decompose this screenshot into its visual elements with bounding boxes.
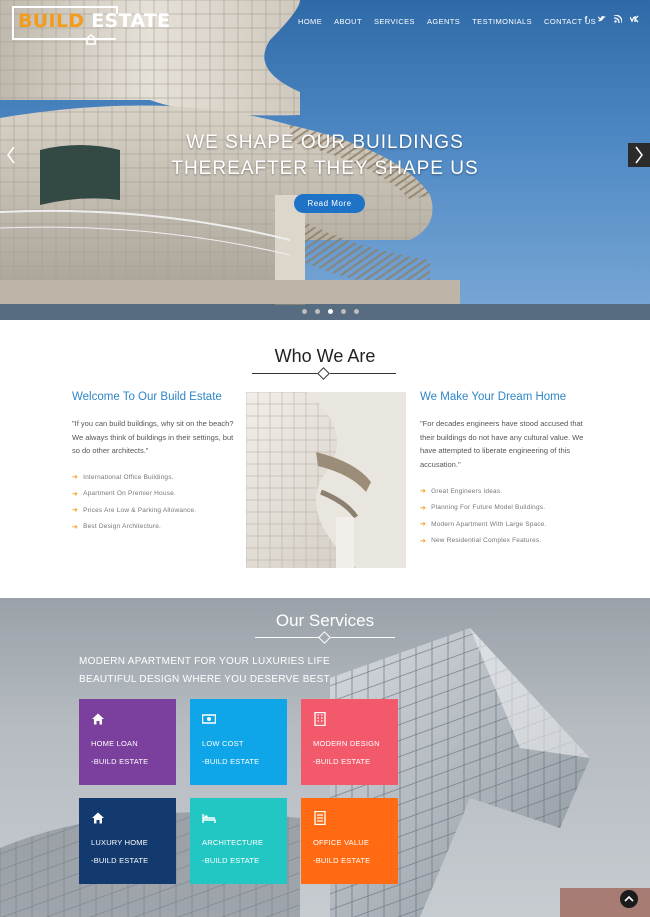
card-subtitle: -BUILD ESTATE: [91, 856, 149, 865]
card-subtitle: -BUILD ESTATE: [202, 856, 260, 865]
list-item: ➔ Modern Apartment With Large Space.: [420, 516, 547, 533]
card-subtitle: -BUILD ESTATE: [313, 856, 371, 865]
dream-home-paragraph: "For decades engineers have stood accuse…: [420, 419, 584, 469]
services-tagline-2: BEAUTIFUL DESIGN WHERE YOU DESERVE BEST: [79, 674, 331, 685]
read-more-button[interactable]: Read More: [294, 194, 365, 213]
list-item: ➔ Great Engineers Ideas.: [420, 483, 547, 500]
list-item-text: Prices Are Low & Parking Allowance.: [83, 506, 197, 514]
chevron-right-icon: [635, 146, 643, 164]
card-title: LOW COST: [202, 739, 244, 748]
slide-dot[interactable]: [302, 309, 307, 314]
arrow-right-icon: ➔: [72, 507, 79, 515]
list-item-text: Modern Apartment With Large Space.: [431, 520, 547, 528]
title-divider-left: [252, 373, 318, 374]
building-photo: [246, 392, 406, 568]
prev-slide-arrow[interactable]: [0, 143, 22, 167]
twitter-icon[interactable]: [598, 15, 606, 25]
service-card-low-cost[interactable]: LOW COST -BUILD ESTATE: [190, 699, 287, 785]
list-item: ➔ Prices Are Low & Parking Allowance.: [72, 502, 196, 519]
home-icon: [92, 713, 104, 725]
list-item: ➔ New Residential Complex Features.: [420, 533, 547, 550]
nav-home[interactable]: HOME: [298, 17, 322, 26]
house-icon: [84, 34, 98, 45]
welcome-list: ➔ International Office Buildings. ➔ Apartm…: [72, 469, 196, 535]
logo-word-build: BUILD: [18, 10, 85, 32]
logo[interactable]: BUILD ESTATE: [12, 6, 170, 45]
home-icon: [92, 812, 104, 824]
slide-dot[interactable]: [328, 309, 333, 314]
logo-word-estate: ESTATE: [91, 10, 171, 32]
our-services-title: Our Services: [275, 611, 375, 630]
card-title: OFFICE VALUE: [313, 838, 370, 847]
nav-testimonials[interactable]: TESTIMONIALS: [472, 17, 532, 26]
slide-dot[interactable]: [315, 309, 320, 314]
service-card-home-loan[interactable]: HOME LOAN -BUILD ESTATE: [79, 699, 176, 785]
arrow-right-icon: ➔: [420, 488, 427, 496]
facebook-icon[interactable]: f: [582, 15, 590, 25]
slide-dot[interactable]: [341, 309, 346, 314]
chevron-left-icon: [7, 146, 15, 164]
social-links: f: [582, 14, 639, 25]
services-tagline-1: MODERN APARTMENT FOR YOUR LUXURIES LIFE: [79, 656, 331, 667]
list-item-text: Apartment On Premier House.: [83, 490, 176, 498]
nav-agents[interactable]: AGENTS: [427, 17, 460, 26]
slide-dot[interactable]: [354, 309, 359, 314]
card-title: MODERN DESIGN: [313, 739, 380, 748]
list-item-text: Best Design Architecture.: [83, 523, 162, 531]
service-card-architecture[interactable]: ARCHITECTURE -BUILD ESTATE: [190, 798, 287, 884]
nav-about[interactable]: ABOUT: [334, 17, 362, 26]
next-slide-arrow[interactable]: [628, 143, 650, 167]
document-icon: [314, 811, 326, 825]
list-item-text: New Residential Complex Features.: [431, 537, 542, 545]
arrow-right-icon: ➔: [420, 504, 427, 512]
nav-services[interactable]: SERVICES: [374, 17, 415, 26]
service-card-modern-design[interactable]: MODERN DESIGN -BUILD ESTATE: [301, 699, 398, 785]
money-icon: [202, 714, 216, 724]
divider-diamond-icon: [317, 367, 330, 380]
hero-headline-line2: THEREAFTER THEY SHAPE US: [171, 158, 479, 179]
arrow-right-icon: ➔: [72, 474, 79, 482]
logo-text: BUILD ESTATE: [18, 10, 170, 32]
service-card-luxury-home[interactable]: LUXURY HOME -BUILD ESTATE: [79, 798, 176, 884]
hero-headline-line1: WE SHAPE OUR BUILDINGS: [186, 132, 464, 153]
rss-icon[interactable]: [613, 14, 623, 25]
dream-home-heading: We Make Your Dream Home: [420, 391, 567, 403]
bed-icon: [202, 814, 216, 823]
welcome-heading: Welcome To Our Build Estate: [72, 391, 222, 403]
slider-dots: [302, 309, 359, 314]
arrow-right-icon: ➔: [72, 490, 79, 498]
scroll-to-top-button[interactable]: [620, 890, 638, 908]
card-title: LUXURY HOME: [91, 838, 148, 847]
dream-home-list: ➔ Great Engineers Ideas. ➔ Planning For Fu…: [420, 483, 547, 549]
list-item-text: Great Engineers Ideas.: [431, 487, 503, 495]
card-subtitle: -BUILD ESTATE: [313, 757, 371, 766]
list-item: ➔ Planning For Future Model Buildings.: [420, 500, 547, 517]
welcome-paragraph: "If you can build buildings, why sit on …: [72, 419, 234, 455]
vk-icon[interactable]: [629, 15, 639, 25]
hero-headline: WE SHAPE OUR BUILDINGS THEREAFTER THEY S…: [0, 130, 650, 182]
list-item-text: International Office Buildings.: [83, 473, 174, 481]
building-icon: [314, 712, 326, 726]
arrow-right-icon: ➔: [72, 523, 79, 531]
services-divider-left: [255, 637, 319, 638]
list-item: ➔ International Office Buildings.: [72, 469, 196, 486]
list-item: ➔ Apartment On Premier House.: [72, 486, 196, 503]
card-title: ARCHITECTURE: [202, 838, 264, 847]
card-subtitle: -BUILD ESTATE: [91, 757, 149, 766]
card-title: HOME LOAN: [91, 739, 138, 748]
card-subtitle: -BUILD ESTATE: [202, 757, 260, 766]
who-we-are-title: Who We Are: [274, 346, 376, 366]
title-divider-right: [330, 373, 396, 374]
arrow-right-icon: ➔: [420, 537, 427, 545]
service-card-office-value[interactable]: OFFICE VALUE -BUILD ESTATE: [301, 798, 398, 884]
main-nav: HOME ABOUT SERVICES AGENTS TESTIMONIALS …: [298, 17, 608, 26]
list-item: ➔ Best Design Architecture.: [72, 519, 196, 536]
hero-slider: BUILD ESTATE HOME ABOUT SERVICES AGENTS …: [0, 0, 650, 320]
services-divider-right: [331, 637, 395, 638]
arrow-right-icon: ➔: [420, 521, 427, 529]
chevron-up-icon: [624, 895, 634, 902]
list-item-text: Planning For Future Model Buildings.: [431, 504, 546, 512]
